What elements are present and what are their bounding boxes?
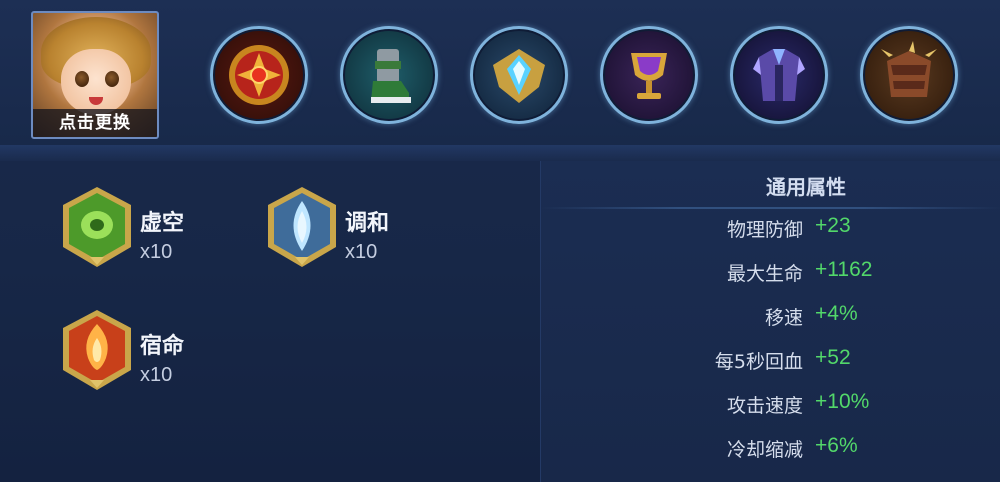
- red-gear-emblem-icon: [229, 45, 289, 105]
- rune-name: 虚空: [140, 211, 185, 236]
- stat-value: +23: [815, 214, 851, 237]
- equipment-slot-4[interactable]: [600, 26, 698, 124]
- stat-row: 冷却缩减 +6%: [541, 429, 1000, 469]
- rune-name: 调和: [345, 211, 390, 236]
- hero-avatar-button[interactable]: 点击更换: [31, 11, 159, 139]
- stat-value: +52: [815, 346, 851, 369]
- section-divider: [0, 145, 1000, 161]
- stat-value: +10%: [815, 390, 870, 413]
- rune-panel: 虚空 x10 调和 x10 宿命 x10: [0, 161, 540, 482]
- equipment-slot-2[interactable]: [340, 26, 438, 124]
- spiked-armor-icon: [881, 41, 937, 97]
- stat-label: 冷却缩减: [726, 439, 803, 461]
- stat-label: 最大生命: [726, 263, 803, 285]
- equipment-slot-3[interactable]: [470, 26, 568, 124]
- purple-armor-icon: [753, 49, 805, 101]
- blue-rune-icon: [268, 187, 336, 267]
- stat-value: +1162: [815, 258, 873, 281]
- stat-row: 每5秒回血 +52: [541, 341, 1000, 381]
- stat-label: 攻击速度: [726, 395, 803, 417]
- equipment-slot-1[interactable]: [210, 26, 308, 124]
- stat-row: 物理防御 +23: [541, 209, 1000, 249]
- stats-title: 通用属性: [766, 175, 846, 199]
- green-boots-icon: [371, 49, 411, 103]
- golden-chalice-icon: [631, 53, 667, 99]
- stat-label: 物理防御: [726, 219, 803, 241]
- golden-shield-crystal-icon: [493, 49, 545, 103]
- red-rune-icon: [63, 310, 131, 390]
- green-rune-icon: [63, 187, 131, 267]
- equipment-slot-5[interactable]: [730, 26, 828, 124]
- stat-row: 最大生命 +1162: [541, 253, 1000, 293]
- rune-name: 宿命: [140, 334, 185, 359]
- rune-count: x10: [140, 364, 173, 386]
- rune-count: x10: [345, 241, 378, 263]
- stat-row: 移速 +4%: [541, 297, 1000, 337]
- stat-row: 攻击速度 +10%: [541, 385, 1000, 425]
- stat-label: 移速: [764, 307, 803, 329]
- rune-count: x10: [140, 241, 173, 263]
- general-stats-panel: 通用属性 物理防御 +23 最大生命 +1162 移速 +4% 每5秒回血 +5…: [540, 161, 1000, 482]
- equipment-slot-6[interactable]: [860, 26, 958, 124]
- stat-value: +4%: [815, 302, 858, 325]
- change-hero-label: 点击更换: [33, 109, 157, 137]
- stat-label: 每5秒回血: [714, 351, 803, 373]
- stat-value: +6%: [815, 434, 858, 457]
